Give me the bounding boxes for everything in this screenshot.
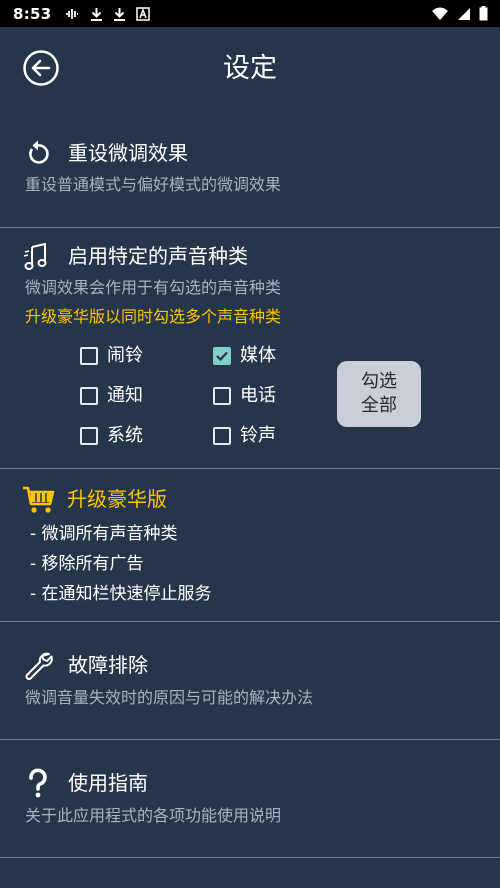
question-icon [29, 768, 47, 798]
download-icon [113, 7, 125, 21]
checkbox-notification[interactable] [80, 387, 98, 405]
troubleshoot-title: 故障排除 [68, 653, 148, 677]
guide-subtitle: 关于此应用程式的各项功能使用说明 [25, 806, 282, 825]
wrench-icon [25, 652, 53, 680]
checkbox-notification-label[interactable]: 通知 [107, 384, 143, 408]
sound-types-promo: 升级豪华版以同时勾选多个声音种类 [25, 307, 282, 326]
download-icon [90, 7, 102, 21]
divider [0, 857, 500, 858]
signal-icon [458, 7, 470, 20]
select-all-button[interactable]: 勾选 全部 [337, 361, 421, 427]
wifi-icon [432, 7, 448, 20]
shopping-cart-icon [23, 486, 55, 513]
checkbox-alarm-label[interactable]: 闹铃 [107, 344, 143, 368]
upgrade-bullet: - 移除所有广告 [30, 554, 144, 574]
voicemail-icon [65, 8, 78, 19]
select-all-label-line2: 全部 [361, 395, 397, 416]
checkbox-call[interactable] [213, 387, 231, 405]
status-bar: 8:53 [0, 0, 500, 27]
checkbox-alarm[interactable] [80, 347, 98, 365]
checkbox-system[interactable] [80, 427, 98, 445]
reset-title: 重设微调效果 [68, 141, 188, 165]
guide-title: 使用指南 [68, 771, 148, 795]
upgrade-title: 升级豪华版 [67, 487, 167, 511]
checkbox-media[interactable] [213, 347, 231, 365]
reset-subtitle: 重设普通模式与偏好模式的微调效果 [25, 175, 282, 194]
select-all-label-line1: 勾选 [361, 371, 397, 392]
reset-icon [29, 140, 49, 164]
troubleshoot-row[interactable]: 故障排除 微调音量失效时的原因与可能的解决办法 [0, 622, 500, 739]
checkbox-ringtone-label[interactable]: 铃声 [240, 424, 276, 448]
guide-row[interactable]: 使用指南 关于此应用程式的各项功能使用说明 [0, 740, 500, 857]
upgrade-bullet: - 微调所有声音种类 [30, 524, 178, 544]
app-bar: 设定 [0, 27, 500, 111]
page-title: 设定 [223, 53, 277, 84]
sound-types-title: 启用特定的声音种类 [68, 244, 248, 268]
checkbox-ringtone[interactable] [213, 427, 231, 445]
status-time: 8:53 [13, 4, 52, 23]
sound-types-subtitle: 微调效果会作用于有勾选的声音种类 [25, 278, 282, 297]
battery-icon [479, 6, 488, 21]
upgrade-bullet: - 在通知栏快速停止服务 [30, 584, 212, 604]
reset-setting-row[interactable]: 重设微调效果 重设普通模式与偏好模式的微调效果 [0, 111, 500, 227]
checkbox-media-label[interactable]: 媒体 [240, 344, 276, 368]
checkmark-icon [216, 351, 228, 362]
checkbox-system-label[interactable]: 系统 [107, 424, 143, 448]
music-notes-icon [23, 242, 47, 270]
checkbox-call-label[interactable]: 电话 [240, 384, 276, 408]
a-badge-icon [135, 6, 150, 21]
troubleshoot-subtitle: 微调音量失效时的原因与可能的解决办法 [25, 688, 314, 707]
